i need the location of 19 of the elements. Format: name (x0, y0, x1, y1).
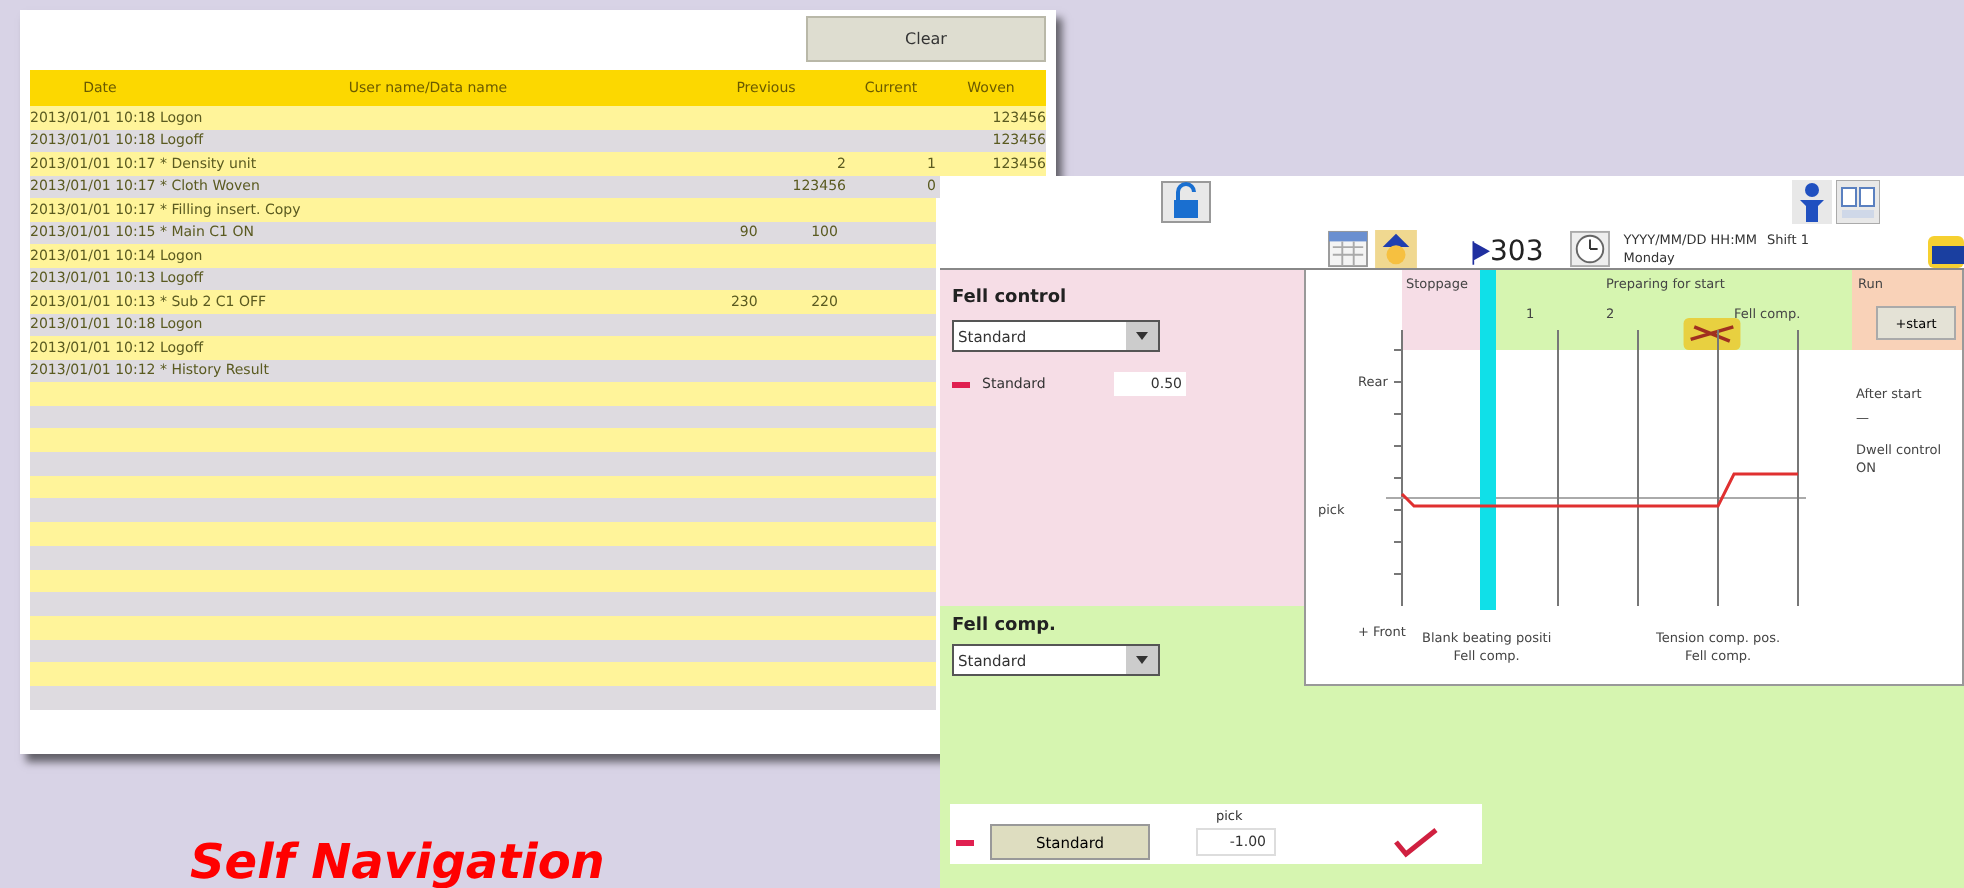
caption-text: Self Navigation (190, 836, 605, 888)
flag-icon (1470, 238, 1490, 268)
logo-icon (1928, 236, 1964, 268)
caret-icon (1136, 332, 1148, 340)
operator-icon[interactable] (1792, 180, 1832, 224)
unlocked-padlock-icon[interactable] (1160, 180, 1212, 224)
caret-icon (1136, 656, 1148, 664)
pick-counter: 303 (1490, 236, 1544, 268)
section-title: Fell control (952, 288, 1069, 308)
hand-tool-icon (1682, 318, 1742, 350)
section-title: Fell comp. (952, 616, 1058, 636)
clock-icon (1567, 230, 1612, 268)
check-icon[interactable] (1392, 826, 1440, 858)
line-legend-icon (956, 839, 974, 845)
operator-cap-icon[interactable] (1374, 230, 1418, 268)
phase-band (1402, 270, 1482, 350)
line-legend-icon (952, 381, 970, 387)
clear-button[interactable]: Clear (806, 16, 1046, 62)
document-icon[interactable] (1836, 180, 1880, 224)
